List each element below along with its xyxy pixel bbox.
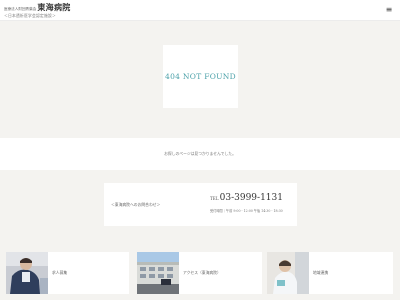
card-recruitment[interactable]: 求人募集 <box>6 252 129 294</box>
not-found-box: 404 NOT FOUND <box>163 45 238 108</box>
tel-prefix: TEL <box>210 196 219 201</box>
contact-box: ＜東海病院へのお問合わせ＞ TEL 03-3999-1131 受付時間｜午前 9… <box>104 183 297 226</box>
hospital-logo[interactable]: 医療法人財団青葉会 東海病院 ＜日本透析医学会認定施設＞ <box>4 2 71 19</box>
logo-title-row: 医療法人財団青葉会 東海病院 <box>4 2 71 13</box>
card-community-label: 地域連携 <box>313 270 329 275</box>
staff-photo-icon <box>6 252 48 294</box>
logo-hospital-name: 東海病院 <box>37 2 71 12</box>
not-found-title: 404 NOT FOUND <box>165 72 236 81</box>
menu-button[interactable]: ≡ <box>384 4 394 14</box>
phone-link[interactable]: TEL 03-3999-1131 <box>210 193 283 203</box>
logo-subtitle: ＜日本透析医学会認定施設＞ <box>4 13 56 18</box>
card-community[interactable]: 地域連携 <box>267 252 393 294</box>
card-access[interactable]: アクセス（東海病院） <box>137 252 262 294</box>
card-access-label: アクセス（東海病院） <box>183 270 221 275</box>
nurse-photo-icon <box>267 252 309 294</box>
tel-number: 03-3999-1131 <box>219 193 283 203</box>
not-found-message: お探しのページは見つかりませんでした。 <box>164 151 236 156</box>
reception-hours: 受付時間｜午前 9:00 - 12:00 午後 14:30 - 18:30 <box>210 209 283 213</box>
site-header: 医療法人財団青葉会 東海病院 ＜日本透析医学会認定施設＞ ≡ <box>0 0 400 21</box>
card-recruitment-label: 求人募集 <box>52 270 68 275</box>
hamburger-icon: ≡ <box>385 4 393 14</box>
contact-label: ＜東海病院へのお問合わせ＞ <box>111 202 161 207</box>
message-band: お探しのページは見つかりませんでした。 <box>0 138 400 170</box>
logo-corp-name: 医療法人財団青葉会 <box>4 7 37 11</box>
building-photo-icon <box>137 252 179 294</box>
